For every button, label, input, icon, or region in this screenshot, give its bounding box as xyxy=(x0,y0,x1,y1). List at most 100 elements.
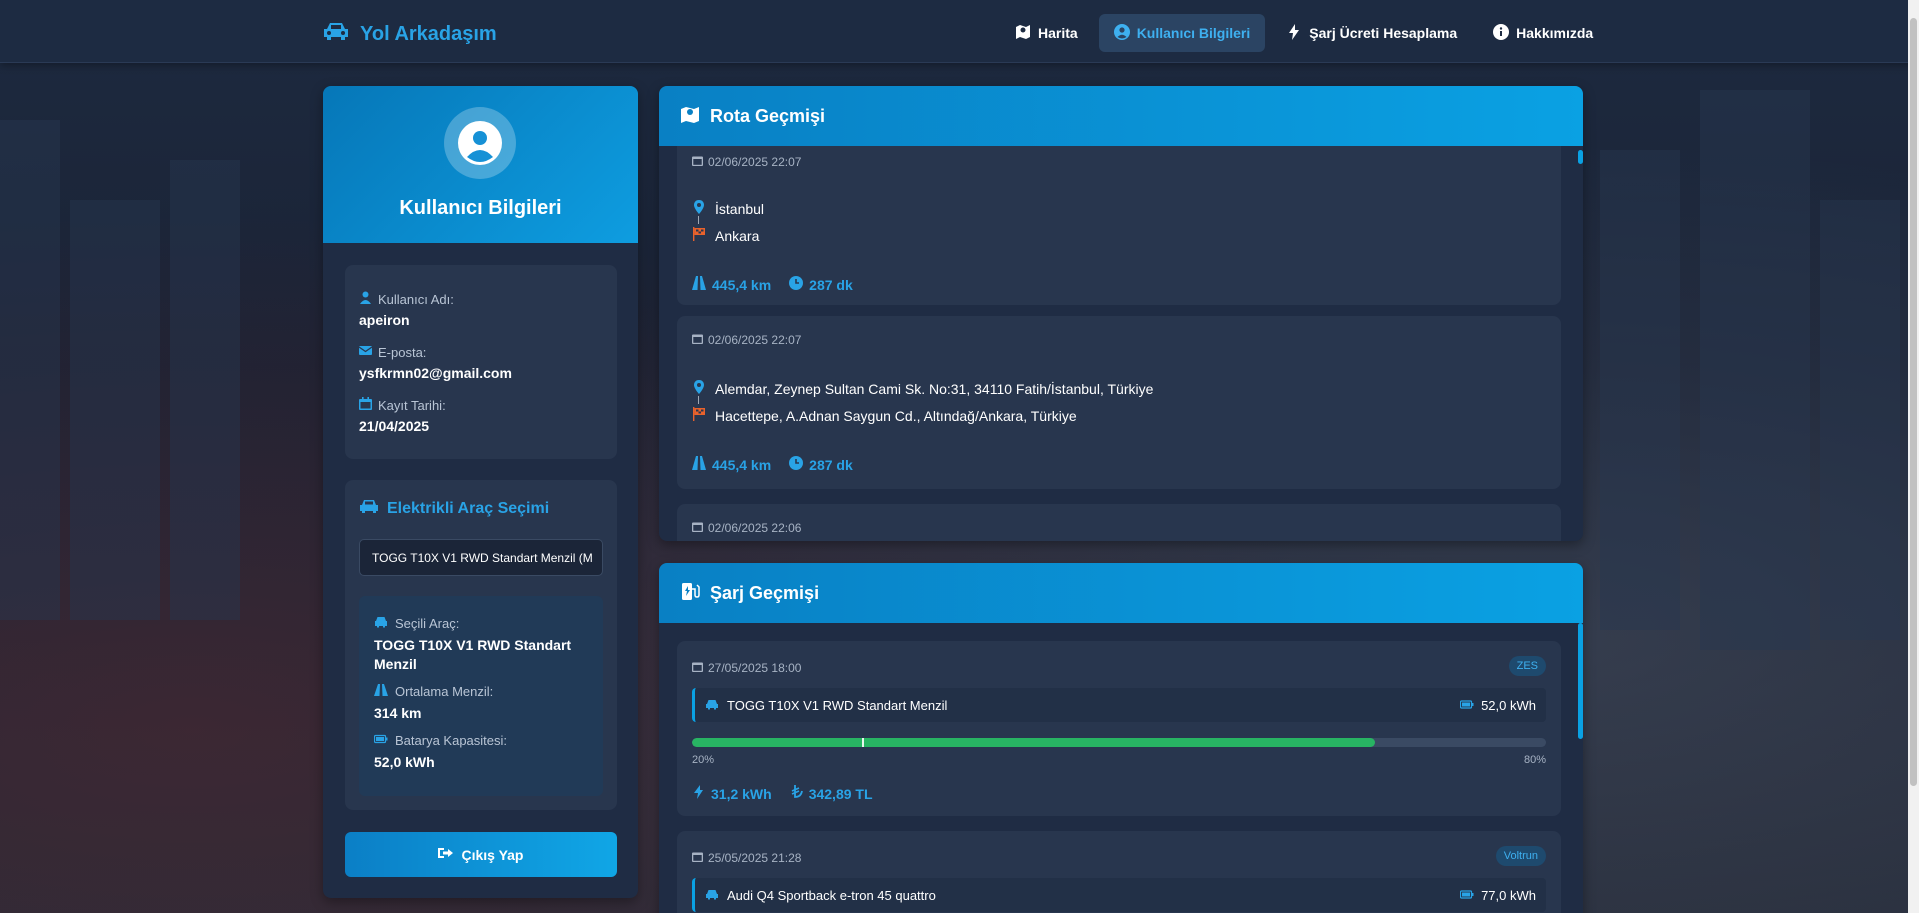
car-icon xyxy=(359,498,379,519)
email-label-row: E-posta: xyxy=(358,344,603,360)
charge-vehicle-name: TOGG T10X V1 RWD Standart Menzil xyxy=(727,697,948,713)
route-entry[interactable]: 02/06/2025 22:07 Alemdar, Zeynep Sultan … xyxy=(677,316,1561,489)
charge-date: 27/05/2025 18:00 xyxy=(692,661,801,675)
brand-logo[interactable]: Yol Arkadaşım xyxy=(322,20,497,48)
charge-entry[interactable]: 25/05/2025 21:28 Voltrun Audi Q4 Sportba… xyxy=(677,831,1561,913)
username-value: apeiron xyxy=(359,312,410,328)
road-icon xyxy=(692,456,706,473)
charge-vehicle-row: Audi Q4 Sportback e-tron 45 quattro 77,0… xyxy=(692,878,1546,912)
route-history-list[interactable]: 02/06/2025 22:07 İstanbul Ankara 445,4 k… xyxy=(659,146,1583,541)
registered-value: 21/04/2025 xyxy=(359,418,430,434)
vehicle-select[interactable]: TOGG T10X V1 RWD Standart Menzil (M xyxy=(359,539,603,576)
route-duration: 287 dk xyxy=(789,276,853,293)
calendar-icon xyxy=(692,155,703,169)
charge-capacity: 77,0 kWh xyxy=(1459,888,1536,903)
nav-harita[interactable]: Harita xyxy=(1000,14,1093,52)
route-stats: 445,4 km 287 dk xyxy=(692,276,853,293)
charge-end-pct: 80% xyxy=(1523,754,1546,766)
battery-label-row: Batarya Kapasitesi: xyxy=(373,733,588,748)
charging-station-icon xyxy=(680,581,700,606)
route-distance-text: 445,4 km xyxy=(712,456,772,473)
envelope-icon xyxy=(358,344,373,360)
route-destination: Hacettepe, A.Adnan Saygun Cd., Altındağ/… xyxy=(692,407,1077,424)
sign-out-icon xyxy=(438,846,454,863)
nav-hakkimizda[interactable]: Hakkımızda xyxy=(1478,14,1608,52)
route-duration: 287 dk xyxy=(789,456,853,473)
route-distance: 445,4 km xyxy=(692,456,771,473)
route-entry[interactable]: 02/06/2025 22:06 xyxy=(677,504,1561,541)
route-origin: İstanbul xyxy=(692,200,764,217)
car-icon xyxy=(705,698,719,713)
ev-selection: Elektrikli Araç Seçimi TOGG T10X V1 RWD … xyxy=(345,480,617,810)
route-origin-text: İstanbul xyxy=(715,200,765,217)
nav-kullanici-bilgileri[interactable]: Kullanıcı Bilgileri xyxy=(1098,14,1266,52)
calendar-icon xyxy=(359,397,372,413)
route-stats: 445,4 km 287 dk xyxy=(692,456,853,473)
range-value: 314 km xyxy=(374,705,422,721)
charge-entry[interactable]: 27/05/2025 18:00 ZES TOGG T10X V1 RWD St… xyxy=(677,641,1561,816)
route-origin: Alemdar, Zeynep Sultan Cami Sk. No:31, 3… xyxy=(692,380,1153,397)
charge-scroll-thumb[interactable] xyxy=(1578,623,1583,739)
user-icon xyxy=(359,291,372,307)
charge-capacity: 52,0 kWh xyxy=(1459,697,1536,713)
selected-vehicle-label: Seçili Araç: xyxy=(395,616,460,631)
user-avatar-icon xyxy=(458,121,502,165)
profile-title: Kullanıcı Bilgileri xyxy=(399,197,562,219)
map-icon xyxy=(1015,24,1031,43)
selected-vehicle-card: Seçili Araç: TOGG T10X V1 RWD Standart M… xyxy=(359,596,603,796)
lira-sign-icon xyxy=(790,785,804,802)
user-circle-icon xyxy=(1113,23,1130,43)
clock-icon xyxy=(789,456,804,473)
charge-vehicle: Audi Q4 Sportback e-tron 45 quattro xyxy=(705,888,936,903)
route-history-panel: Rota Geçmişi 02/06/2025 22:07 İstanbul A… xyxy=(659,86,1583,541)
route-distance-text: 445,4 km xyxy=(712,276,772,293)
route-destination-text: Ankara xyxy=(715,227,760,244)
calendar-icon xyxy=(692,851,703,865)
registered-label: Kayıt Tarihi: xyxy=(378,397,446,413)
clock-icon xyxy=(789,276,804,293)
map-marker-icon xyxy=(692,200,706,217)
route-history-header: Rota Geçmişi xyxy=(659,86,1583,146)
charge-history-panel: Şarj Geçmişi 27/05/2025 18:00 ZES TOGG T… xyxy=(659,563,1583,913)
road-icon xyxy=(692,276,706,293)
route-date-text: 02/06/2025 22:07 xyxy=(708,333,802,347)
logout-label: Çıkış Yap xyxy=(461,846,524,863)
route-destination-text: Hacettepe, A.Adnan Saygun Cd., Altındağ/… xyxy=(715,407,1077,424)
charge-capacity-text: 52,0 kWh xyxy=(1481,697,1536,713)
battery-icon xyxy=(1459,888,1474,903)
charge-history-list[interactable]: 27/05/2025 18:00 ZES TOGG T10X V1 RWD St… xyxy=(659,623,1583,913)
battery-label: Batarya Kapasitesi: xyxy=(395,733,508,748)
route-date: 02/06/2025 22:07 xyxy=(692,333,801,347)
page-scroll-thumb[interactable] xyxy=(1910,18,1917,786)
page-scrollbar[interactable] xyxy=(1908,0,1919,913)
username-label-row: Kullanıcı Adı: xyxy=(359,291,603,307)
route-history-title: Rota Geçmişi xyxy=(710,105,826,126)
username-label: Kullanıcı Adı: xyxy=(378,291,454,307)
ev-selection-title: Elektrikli Araç Seçimi xyxy=(359,498,603,519)
charge-cost-text: 342,89 TL xyxy=(808,785,873,802)
nav-sarj-ucreti[interactable]: Şarj Ücreti Hesaplama xyxy=(1271,14,1472,52)
route-scrollbar[interactable] xyxy=(1578,146,1583,541)
range-label-row: Ortalama Menzil: xyxy=(374,684,588,699)
logout-button[interactable]: Çıkış Yap xyxy=(345,832,617,877)
charge-history-header: Şarj Geçmişi xyxy=(659,563,1583,623)
route-date-text: 02/06/2025 22:06 xyxy=(708,521,802,535)
registered-label-row: Kayıt Tarihi: xyxy=(359,397,603,413)
route-distance: 445,4 km xyxy=(692,276,771,293)
route-scroll-thumb[interactable] xyxy=(1578,150,1583,164)
charge-scrollbar[interactable] xyxy=(1578,623,1583,913)
charge-stats: 31,2 kWh 342,89 TL xyxy=(692,785,873,802)
route-entry[interactable]: 02/06/2025 22:07 İstanbul Ankara 445,4 k… xyxy=(677,146,1561,305)
account-info: Kullanıcı Adı: apeiron E-posta: ysfkrmn0… xyxy=(345,265,617,459)
charge-cost: 342,89 TL xyxy=(790,785,873,802)
charge-vehicle-name: Audi Q4 Sportback e-tron 45 quattro xyxy=(727,887,936,903)
route-connector xyxy=(698,396,699,404)
battery-icon xyxy=(373,733,388,748)
route-origin-text: Alemdar, Zeynep Sultan Cami Sk. No:31, 3… xyxy=(715,380,1154,397)
avatar xyxy=(444,107,516,179)
provider-badge: ZES xyxy=(1508,656,1546,676)
route-connector xyxy=(698,216,699,224)
profile-card: Kullanıcı Bilgileri Kullanıcı Adı: apeir… xyxy=(323,86,638,898)
calendar-icon xyxy=(692,661,703,675)
road-icon xyxy=(374,684,388,699)
